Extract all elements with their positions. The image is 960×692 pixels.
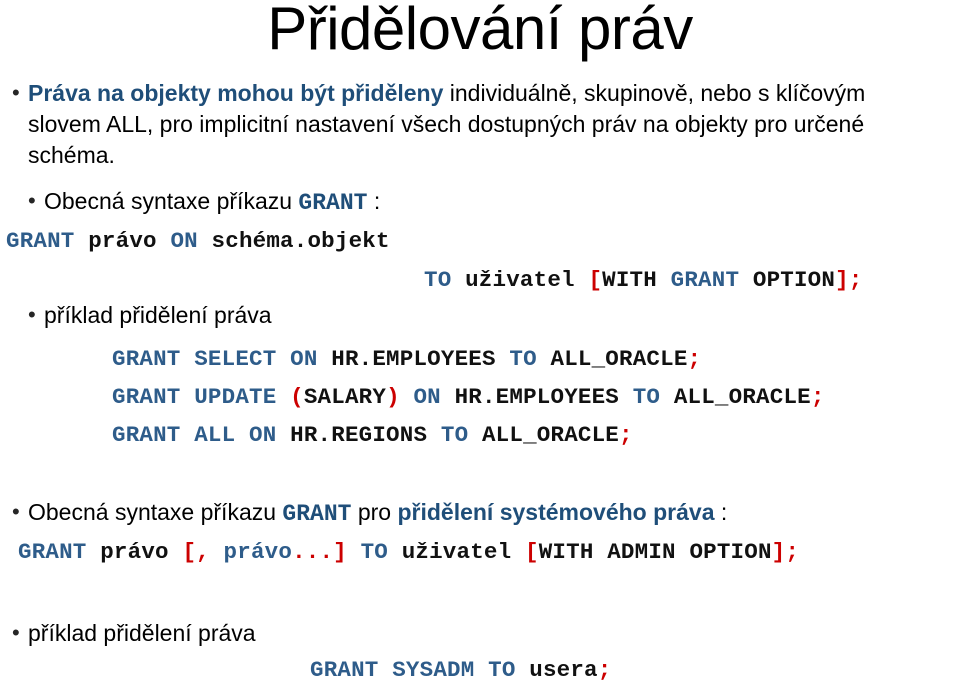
syntax-suffix: :	[714, 499, 728, 525]
code-token: právo	[88, 228, 157, 254]
code-token: TO	[509, 346, 537, 372]
code-token: TO	[440, 422, 469, 448]
bullet-grant-syntax: • Obecná syntaxe příkazu GRANT :	[22, 186, 380, 219]
code-token: právo	[100, 539, 169, 565]
code-token: WITH ADMIN OPTION	[538, 539, 772, 565]
code-token: [,	[182, 539, 210, 565]
code-grant-object-syntax-line1: GRANT právo ON schéma.objekt	[6, 228, 390, 255]
grant-keyword: GRANT	[282, 501, 352, 527]
bullet-marker-icon: •	[12, 80, 20, 105]
code-token: HR.EMPLOYEES	[454, 384, 620, 410]
code-token: uživatel	[401, 539, 512, 565]
syntax-prefix: Obecná syntaxe příkazu	[28, 499, 283, 525]
bullet-system-grant-syntax-text: Obecná syntaxe příkazu GRANT pro přiděle…	[28, 497, 727, 530]
code-example-grant-all: GRANT ALL ON HR.REGIONS TO ALL_ORACLE;	[112, 422, 633, 449]
code-token: OPTION	[752, 267, 836, 293]
slide-canvas: Přidělování práv • Práva na objekty moho…	[0, 0, 960, 692]
syntax-prefix: Obecná syntaxe příkazu	[44, 188, 299, 214]
code-example-grant-sysadm: GRANT SYSADM TO usera;	[310, 657, 611, 684]
code-token: GRANT SELECT ON	[112, 346, 332, 372]
code-token: uživatel	[465, 267, 575, 293]
code-token: schéma.objekt	[211, 228, 390, 254]
code-token: ON	[413, 384, 441, 410]
grant-keyword: GRANT	[298, 190, 368, 216]
code-token: [	[588, 267, 603, 293]
code-token: GRANT	[18, 539, 87, 565]
code-token: HR.REGIONS	[290, 422, 428, 448]
bullet-example-label-2: • příklad přidělení práva	[6, 618, 256, 649]
bullet-rights-objects-text: Práva na objekty mohou být přiděleny ind…	[28, 78, 938, 170]
code-token: ];	[835, 267, 863, 293]
code-example-grant-update: GRANT UPDATE (SALARY) ON HR.EMPLOYEES TO…	[112, 384, 825, 411]
code-token: ON	[170, 228, 198, 254]
code-token: právo	[223, 539, 293, 565]
bullet-example-label-2-text: příklad přidělení práva	[28, 620, 256, 646]
code-token: WITH	[602, 267, 657, 293]
bullet-example-label-1-text: příklad přidělení práva	[44, 302, 272, 328]
code-token: GRANT ALL ON	[112, 422, 291, 448]
syntax-emphasis: přidělení systémového práva	[397, 499, 715, 525]
code-token: TO	[424, 267, 452, 293]
code-grant-object-syntax-line2: TO uživatel [WITH GRANT OPTION];	[424, 267, 863, 294]
code-token: GRANT	[6, 228, 75, 254]
bullet-marker-icon: •	[12, 620, 20, 645]
bullet-example-label-1: • příklad přidělení práva	[22, 300, 272, 331]
code-token: )	[386, 384, 400, 410]
code-token: ;	[597, 657, 612, 683]
code-token: ALL_ORACLE	[673, 384, 811, 410]
code-token: GRANT UPDATE	[112, 384, 291, 410]
code-token: usera	[529, 657, 598, 683]
code-token: ;	[687, 346, 702, 372]
bullet-system-grant-syntax: • Obecná syntaxe příkazu GRANT pro přidě…	[6, 497, 727, 530]
syntax-suffix: :	[367, 188, 381, 214]
code-token: ;	[619, 422, 633, 448]
code-token: ...]	[292, 539, 347, 565]
bullet-marker-icon: •	[28, 188, 36, 213]
page-title: Přidělování práv	[267, 0, 693, 62]
code-token: ALL_ORACLE	[481, 422, 620, 448]
code-token: ALL_ORACLE	[550, 346, 688, 372]
code-example-grant-select: GRANT SELECT ON HR.EMPLOYEES TO ALL_ORAC…	[112, 346, 701, 373]
code-token: [	[525, 539, 539, 565]
code-grant-system-syntax: GRANT právo [, právo...] TO uživatel [WI…	[18, 539, 799, 566]
code-token: ;	[810, 384, 825, 410]
code-token: (	[290, 384, 304, 410]
bullet-marker-icon: •	[12, 499, 20, 524]
code-token: SALARY	[303, 384, 387, 410]
bullet-lead-emphasis: Práva na objekty mohou být přiděleny	[28, 80, 444, 106]
code-token: GRANT	[670, 267, 740, 293]
code-token: ];	[771, 539, 800, 565]
bullet-grant-syntax-text: Obecná syntaxe příkazu GRANT :	[44, 186, 380, 219]
code-token: GRANT SYSADM TO	[310, 657, 530, 683]
code-token: TO	[360, 539, 388, 565]
code-token: TO	[632, 384, 661, 410]
bullet-rights-objects: • Práva na objekty mohou být přiděleny i…	[6, 78, 946, 170]
code-token: HR.EMPLOYEES	[331, 346, 496, 372]
bullet-marker-icon: •	[28, 302, 36, 327]
syntax-middle: pro	[351, 499, 398, 525]
